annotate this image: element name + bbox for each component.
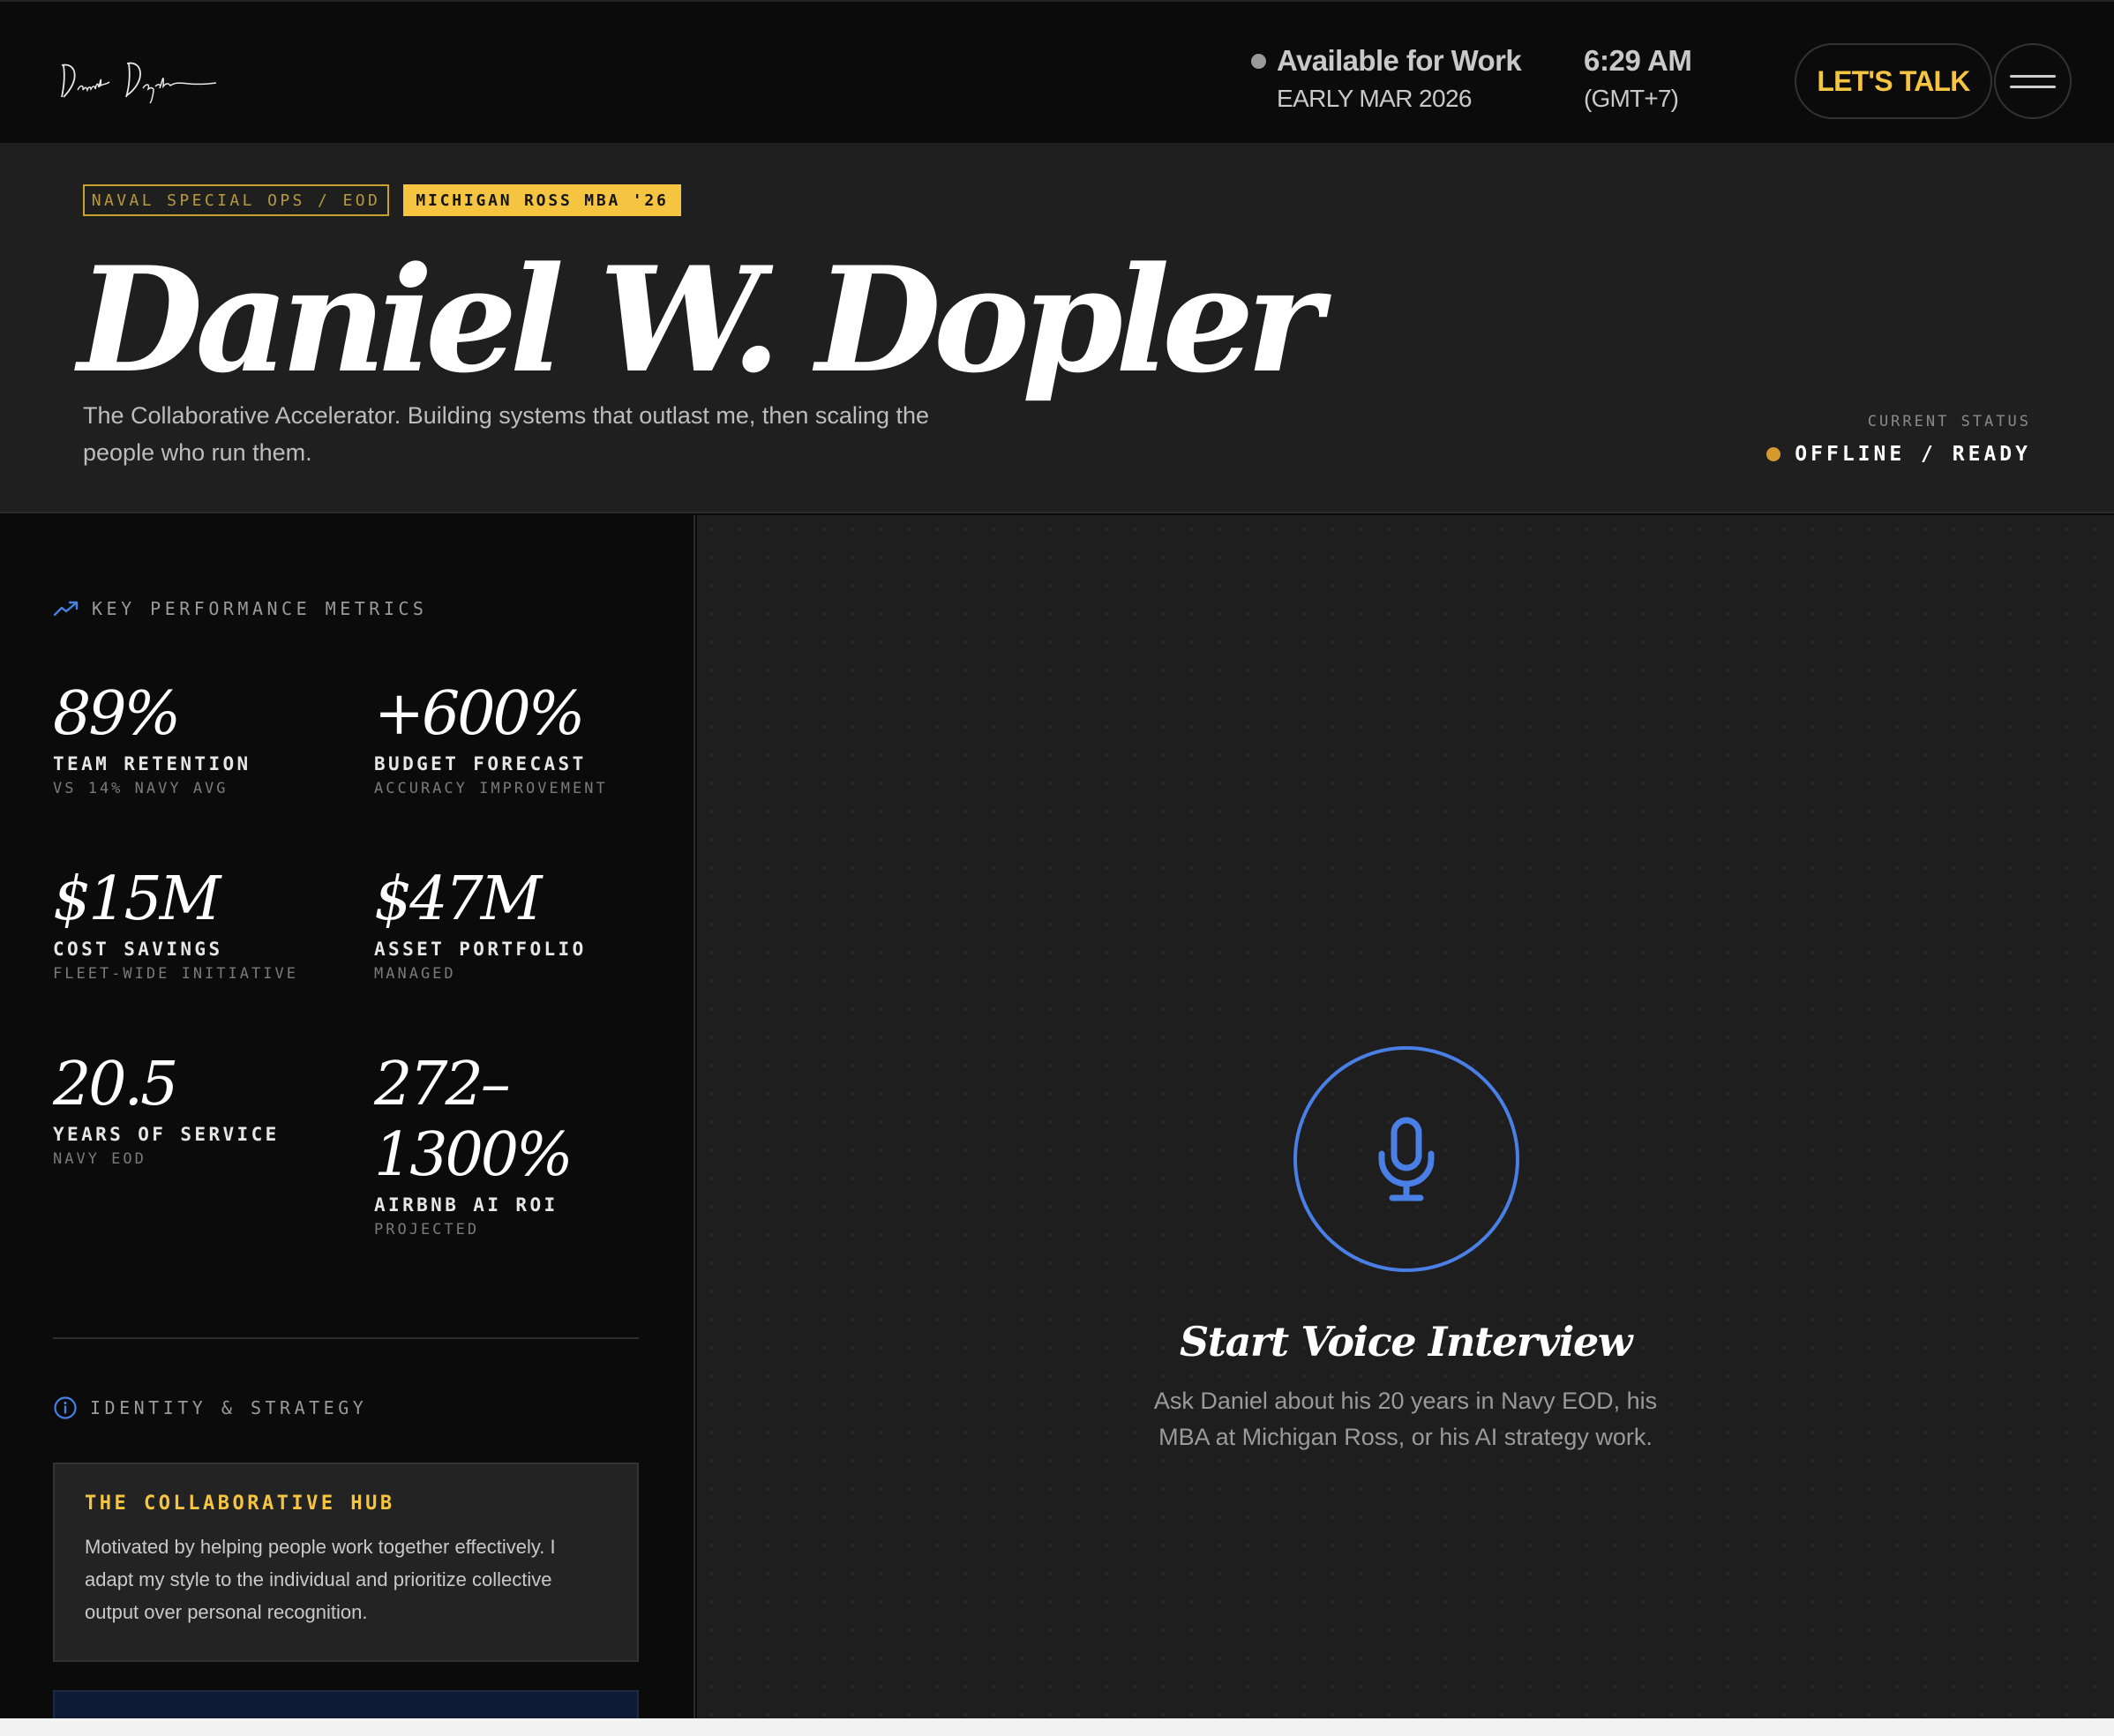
clock-timezone: (GMT+7) <box>1584 85 1679 112</box>
availability-date: EARLY MAR 2026 <box>1277 85 1473 112</box>
metric-label: ASSET PORTFOLIO <box>374 939 587 960</box>
metric-sub: VS 14% NAVY AVG <box>53 780 229 797</box>
lets-talk-button[interactable]: LET'S TALK <box>1795 43 1992 119</box>
identity-heading-label: IDENTITY & STRATEGY <box>90 1397 368 1418</box>
metric-asset-portfolio: $47M ASSET PORTFOLIO MANAGED <box>374 864 587 983</box>
metric-label: TEAM RETENTION <box>53 753 251 774</box>
metric-sub: NAVY EOD <box>53 1150 146 1168</box>
page-title: Daniel W. Dopler <box>78 235 1323 405</box>
status-value: OFFLINE / READY <box>1795 443 2031 466</box>
voice-interview-panel: Start Voice Interview Ask Daniel about h… <box>697 515 2114 1718</box>
tag-naval-special-ops: NAVAL SPECIAL OPS / EOD <box>83 184 389 216</box>
local-clock: 6:29 AM (GMT+7) <box>1584 44 1692 113</box>
metric-airbnb-ai-roi: 272– 1300% AIRBNB AI ROI PROJECTED <box>374 1050 573 1238</box>
metric-sub: ACCURACY IMPROVEMENT <box>374 780 608 797</box>
signature-logo[interactable] <box>58 53 235 106</box>
identity-heading: IDENTITY & STRATEGY <box>53 1396 367 1420</box>
metric-value-line-1: 272– <box>374 1050 511 1119</box>
next-card-partial <box>53 1690 639 1718</box>
metric-sub: FLEET-WIDE INITIATIVE <box>53 965 298 983</box>
bottom-edge <box>0 1718 2114 1736</box>
clock-time: 6:29 AM <box>1584 44 1692 77</box>
metric-value: 89% <box>53 679 181 749</box>
metric-label: YEARS OF SERVICE <box>53 1124 280 1145</box>
section-divider <box>53 1337 639 1339</box>
kpi-heading-label: KEY PERFORMANCE METRICS <box>92 598 428 619</box>
availability-dot <box>1251 53 1266 69</box>
hero-tagline: The Collaborative Accelerator. Building … <box>83 402 930 466</box>
metric-years-of-service: 20.5 YEARS OF SERVICE NAVY EOD <box>53 1050 280 1168</box>
hamburger-icon[interactable] <box>1994 43 2072 119</box>
metric-budget-forecast: +600% BUDGET FORECAST ACCURACY IMPROVEME… <box>374 679 608 797</box>
hero-section: NAVAL SPECIAL OPS / EOD MICHIGAN ROSS MB… <box>0 143 2114 513</box>
info-icon <box>54 1396 77 1419</box>
metrics-sidebar: KEY PERFORMANCE METRICS 89% TEAM RETENTI… <box>0 515 695 1718</box>
metric-label: COST SAVINGS <box>53 939 223 960</box>
metric-cost-savings: $15M COST SAVINGS FLEET-WIDE INITIATIVE <box>53 864 298 983</box>
metric-label: BUDGET FORECAST <box>374 753 587 774</box>
metric-sub: PROJECTED <box>374 1221 480 1238</box>
hub-text: Motivated by helping people work togethe… <box>85 1536 556 1623</box>
trending-up-icon <box>53 601 79 617</box>
current-status-label: CURRENT STATUS <box>1867 413 2031 430</box>
availability-status: Available for Work EARLY MAR 2026 <box>1251 44 1522 113</box>
metric-value: +600% <box>374 679 585 749</box>
availability-title: Available for Work <box>1277 44 1522 77</box>
voice-description: Ask Daniel about his 20 years in Navy EO… <box>1153 1388 1658 1450</box>
collaborative-hub-card: THE COLLABORATIVE HUB Motivated by helpi… <box>53 1463 639 1662</box>
metric-team-retention: 89% TEAM RETENTION VS 14% NAVY AVG <box>53 679 251 797</box>
hub-title: THE COLLABORATIVE HUB <box>85 1493 395 1515</box>
top-navigation: Available for Work EARLY MAR 2026 6:29 A… <box>0 0 2114 143</box>
voice-title: Start Voice Interview <box>1179 1318 1632 1366</box>
kpi-heading: KEY PERFORMANCE METRICS <box>53 598 427 619</box>
metric-value-line-2: 1300% <box>374 1120 573 1190</box>
microphone-icon <box>1378 1117 1435 1201</box>
metric-value: $15M <box>53 864 221 934</box>
metric-value: $47M <box>374 864 542 934</box>
current-status: OFFLINE / READY <box>1766 443 2031 466</box>
metric-label: AIRBNB AI ROI <box>374 1194 558 1216</box>
metric-value: 20.5 <box>53 1050 178 1119</box>
start-voice-button[interactable] <box>1293 1046 1519 1272</box>
status-dot <box>1766 447 1781 461</box>
tag-michigan-ross-mba: MICHIGAN ROSS MBA '26 <box>403 184 681 216</box>
metric-sub: MANAGED <box>374 965 456 983</box>
